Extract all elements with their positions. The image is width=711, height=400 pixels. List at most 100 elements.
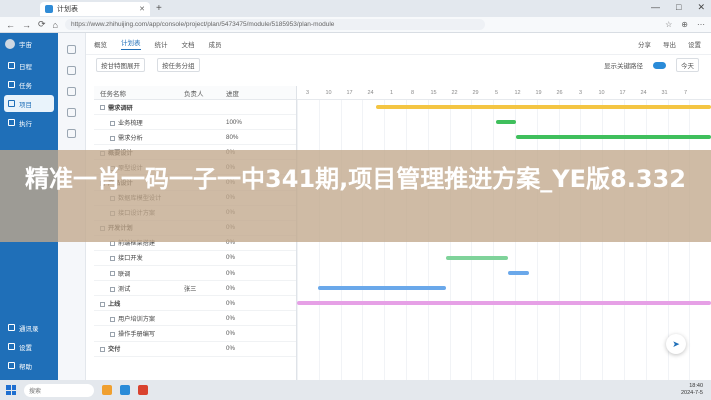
checkbox[interactable] bbox=[110, 135, 115, 141]
tab-overview[interactable]: 概览 bbox=[94, 39, 107, 49]
export-button[interactable]: 导出 bbox=[663, 39, 676, 49]
progress-cell: 0% bbox=[226, 269, 235, 277]
table-row[interactable]: 需求分析 80% bbox=[94, 130, 296, 146]
maximize-button[interactable]: □ bbox=[676, 2, 681, 13]
help-icon bbox=[8, 362, 15, 369]
table-row[interactable]: 需求调研 bbox=[94, 100, 296, 116]
task-name-cell[interactable]: 需求分析 bbox=[94, 133, 184, 142]
table-row[interactable]: 操作手册编写 0% bbox=[94, 326, 296, 342]
gantt-date-header: 3 10 17 24 1 8 15 22 29 5 12 19 26 3 10 17 24 31 7 bbox=[297, 86, 711, 100]
progress-cell: 0% bbox=[226, 299, 235, 307]
view-mode-select[interactable]: 按甘特图展开 bbox=[96, 58, 145, 72]
home-button[interactable]: ⌂ bbox=[53, 20, 58, 30]
gantt-task-bar[interactable] bbox=[317, 286, 447, 291]
calendar-icon bbox=[8, 62, 15, 69]
sidebar-item-calendar[interactable]: 日程 bbox=[4, 57, 54, 74]
sidebar-item-task[interactable]: 任务 bbox=[4, 76, 54, 93]
folder-icon[interactable] bbox=[67, 108, 76, 117]
collapse-icon[interactable] bbox=[100, 346, 105, 352]
progress-cell: 0% bbox=[226, 284, 235, 292]
task-name-cell[interactable]: 需求调研 bbox=[94, 103, 184, 112]
checkbox[interactable] bbox=[110, 286, 115, 292]
tab-stats[interactable]: 统计 bbox=[155, 39, 168, 49]
checkbox[interactable] bbox=[110, 241, 115, 247]
gantt-task-bar[interactable] bbox=[297, 301, 711, 306]
grid-icon[interactable] bbox=[67, 45, 76, 54]
more-icon[interactable]: ⋯ bbox=[697, 20, 705, 29]
task-name-cell[interactable]: 交付 bbox=[94, 344, 184, 353]
windows-start-icon[interactable] bbox=[6, 385, 16, 395]
gantt-task-bar[interactable] bbox=[375, 105, 711, 109]
checkbox[interactable] bbox=[110, 256, 115, 262]
task-name-cell[interactable]: 联调 bbox=[94, 269, 184, 278]
collapse-icon[interactable] bbox=[100, 105, 105, 111]
url-input[interactable]: https://www.zhihuijing.com/app/console/p… bbox=[64, 19, 485, 30]
tab-docs[interactable]: 文档 bbox=[182, 39, 195, 49]
table-row[interactable]: 测试 张三 0% bbox=[94, 281, 296, 297]
checkbox[interactable] bbox=[110, 331, 115, 337]
task-name-cell[interactable]: 操作手册编写 bbox=[94, 329, 184, 338]
task-name-cell[interactable]: 业务梳理 bbox=[94, 118, 184, 127]
gantt-date-label: 29 bbox=[472, 90, 479, 96]
owner-cell[interactable]: 张三 bbox=[184, 284, 226, 293]
user-profile[interactable]: 宇宙 bbox=[0, 33, 58, 55]
table-row[interactable]: 用户培训方案 0% bbox=[94, 311, 296, 327]
checkbox[interactable] bbox=[110, 316, 115, 322]
task-name-cell[interactable]: 接口开发 bbox=[94, 253, 184, 262]
task-name-cell[interactable]: 上线 bbox=[94, 299, 184, 308]
window-controls: — □ ✕ bbox=[651, 2, 705, 13]
tab-members[interactable]: 成员 bbox=[209, 39, 222, 49]
table-row[interactable]: 上线 0% bbox=[94, 296, 296, 312]
group-select[interactable]: 按任务分组 bbox=[157, 58, 200, 72]
collapse-icon[interactable] bbox=[100, 301, 105, 307]
gantt-task-bar[interactable] bbox=[516, 135, 711, 140]
sidebar-item-project[interactable]: 项目 bbox=[4, 95, 54, 112]
table-row[interactable]: 业务梳理 100% bbox=[94, 115, 296, 131]
table-row[interactable]: 联调 0% bbox=[94, 266, 296, 282]
sidebar-item-label: 日程 bbox=[19, 63, 32, 71]
task-name-cell[interactable]: 用户培训方案 bbox=[94, 314, 184, 323]
task-name-cell[interactable]: 测试 bbox=[94, 284, 184, 293]
sidebar-item-execute[interactable]: 执行 bbox=[4, 114, 54, 131]
execute-icon bbox=[8, 119, 15, 126]
critical-path-toggle[interactable] bbox=[653, 61, 666, 69]
location-fab-button[interactable]: ➤ bbox=[666, 334, 686, 354]
sidebar-item-settings[interactable]: 设置 bbox=[4, 338, 54, 355]
extensions-icon[interactable]: ⊕ bbox=[681, 20, 688, 29]
edge-browser-icon[interactable] bbox=[120, 385, 130, 395]
share-button[interactable]: 分享 bbox=[638, 39, 651, 49]
header-progress[interactable]: 进度 bbox=[226, 88, 296, 98]
gantt-task-bar[interactable] bbox=[495, 120, 517, 125]
back-button[interactable]: ← bbox=[6, 20, 15, 30]
gantt-task-bar[interactable] bbox=[446, 256, 509, 260]
forward-button[interactable]: → bbox=[22, 20, 31, 30]
grid-header: 任务名称 负责人 进度 bbox=[94, 86, 296, 100]
checkbox[interactable] bbox=[110, 271, 115, 277]
file-explorer-icon[interactable] bbox=[102, 385, 112, 395]
minimize-button[interactable]: — bbox=[651, 2, 660, 13]
checkbox[interactable] bbox=[110, 120, 115, 126]
close-window-button[interactable]: ✕ bbox=[697, 2, 705, 13]
today-button[interactable]: 今天 bbox=[676, 58, 699, 72]
new-tab-button[interactable]: + bbox=[156, 3, 162, 14]
settings-button[interactable]: 设置 bbox=[688, 39, 701, 49]
close-tab-icon[interactable]: ✕ bbox=[139, 5, 145, 13]
browser-tab[interactable]: 计划表 ✕ bbox=[40, 1, 150, 16]
list-icon[interactable] bbox=[67, 66, 76, 75]
gantt-task-bar[interactable] bbox=[508, 271, 529, 276]
star-icon[interactable] bbox=[67, 129, 76, 138]
favorite-icon[interactable]: ☆ bbox=[665, 20, 672, 29]
chart-icon[interactable] bbox=[67, 87, 76, 96]
sidebar-item-help[interactable]: 帮助 bbox=[4, 357, 54, 374]
header-task-name[interactable]: 任务名称 bbox=[94, 88, 184, 98]
table-row[interactable]: 交付 0% bbox=[94, 342, 296, 357]
office-app-icon[interactable] bbox=[138, 385, 148, 395]
reload-button[interactable]: ⟳ bbox=[38, 19, 46, 30]
header-owner[interactable]: 负责人 bbox=[184, 88, 226, 98]
table-row[interactable]: 接口开发 0% bbox=[94, 251, 296, 267]
tab-plan[interactable]: 计划表 bbox=[121, 37, 141, 50]
sidebar-item-contacts[interactable]: 通讯录 bbox=[4, 319, 54, 336]
task-name: 接口开发 bbox=[118, 255, 143, 263]
gantt-date-label: 17 bbox=[619, 90, 626, 96]
taskbar-search-input[interactable]: 搜索 bbox=[24, 383, 94, 397]
